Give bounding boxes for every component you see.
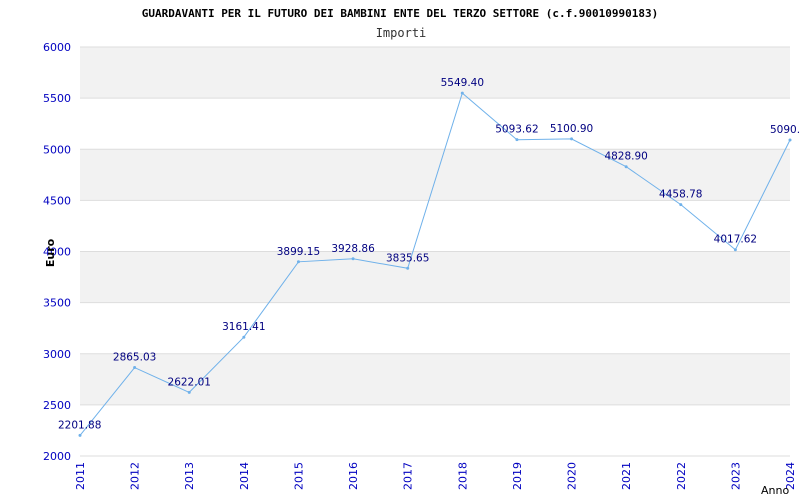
data-point bbox=[460, 91, 464, 95]
y-tick-label: 4500 bbox=[43, 194, 71, 207]
x-tick-label: 2011 bbox=[74, 462, 87, 490]
data-point bbox=[296, 260, 300, 264]
y-tick-label: 2500 bbox=[43, 399, 71, 412]
plot-background-bands bbox=[80, 47, 790, 405]
data-label: 2865.03 bbox=[113, 352, 156, 364]
data-label: 3928.86 bbox=[331, 243, 375, 255]
x-tick-label: 2020 bbox=[566, 462, 579, 490]
data-point bbox=[133, 366, 137, 370]
x-tick-label: 2013 bbox=[183, 462, 196, 490]
line-chart: GUARDAVANTI PER IL FUTURO DEI BAMBINI EN… bbox=[43, 7, 800, 497]
y-tick-label: 3500 bbox=[43, 297, 71, 310]
x-tick-label: 2023 bbox=[729, 462, 742, 490]
data-point bbox=[351, 257, 355, 261]
data-label: 2622.01 bbox=[168, 376, 211, 388]
grid-band bbox=[80, 47, 790, 99]
y-tick-label: 2000 bbox=[43, 450, 71, 463]
data-point bbox=[733, 248, 737, 252]
x-axis-ticks: 2011 2012 2013 2014 2015 2016 2017 2018 2019 2020… bbox=[74, 462, 797, 490]
grid-band bbox=[80, 251, 790, 303]
y-tick-label: 3000 bbox=[43, 348, 71, 361]
data-label: 5549.40 bbox=[441, 77, 484, 89]
x-tick-label: 2021 bbox=[620, 462, 633, 490]
x-tick-label: 2014 bbox=[238, 462, 251, 490]
y-tick-label: 6000 bbox=[43, 41, 71, 54]
x-tick-label: 2019 bbox=[511, 462, 524, 490]
data-label: 3899.15 bbox=[277, 246, 320, 258]
data-point bbox=[624, 165, 628, 169]
data-point bbox=[406, 266, 410, 270]
data-point bbox=[78, 433, 82, 437]
data-point bbox=[187, 390, 191, 394]
data-label: 2201.88 bbox=[58, 419, 101, 431]
x-tick-label: 2016 bbox=[347, 462, 360, 490]
data-point bbox=[570, 137, 574, 141]
data-point bbox=[242, 335, 246, 339]
data-label: 5093.62 bbox=[495, 124, 538, 136]
x-tick-label: 2012 bbox=[129, 462, 142, 490]
data-label: 4828.90 bbox=[604, 151, 647, 163]
data-point bbox=[679, 203, 683, 207]
data-label: 3835.65 bbox=[386, 252, 429, 264]
y-tick-label: 5000 bbox=[43, 143, 71, 156]
data-label: 5100.90 bbox=[550, 123, 593, 135]
x-tick-label: 2018 bbox=[456, 462, 469, 490]
data-label: 4017.62 bbox=[714, 234, 757, 246]
y-axis-label: Euro bbox=[44, 238, 57, 267]
y-tick-label: 5500 bbox=[43, 92, 71, 105]
chart-subtitle: Importi bbox=[376, 26, 427, 40]
x-tick-label: 2017 bbox=[402, 462, 415, 490]
data-label: 4458.78 bbox=[659, 189, 702, 201]
x-tick-label: 2022 bbox=[675, 462, 688, 490]
data-point bbox=[788, 138, 792, 142]
x-tick-label: 2015 bbox=[292, 462, 305, 490]
data-point bbox=[515, 138, 519, 142]
x-axis-label: Anno bbox=[761, 484, 789, 497]
data-label: 3161.41 bbox=[222, 321, 265, 333]
data-label: 5090.66 bbox=[770, 124, 800, 136]
chart-title: GUARDAVANTI PER IL FUTURO DEI BAMBINI EN… bbox=[142, 7, 659, 20]
